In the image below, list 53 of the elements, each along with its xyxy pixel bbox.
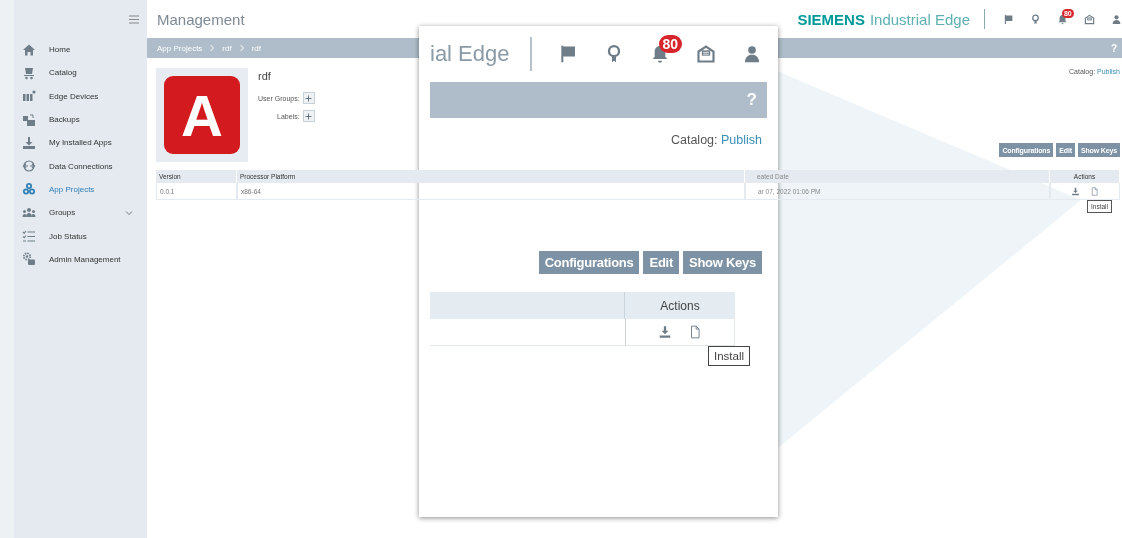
chevron-right-icon (209, 44, 216, 52)
nav-item[interactable]: Admin Management (14, 247, 147, 271)
user-icon[interactable] (1111, 13, 1122, 25)
nav-item[interactable]: Groups (14, 201, 147, 225)
nav-item[interactable]: Home (14, 38, 147, 62)
plus-icon (305, 94, 313, 102)
nav-item[interactable]: Catalog (14, 61, 147, 85)
flag-icon[interactable] (1003, 13, 1014, 25)
download-icon[interactable] (1071, 186, 1080, 196)
nav-item[interactable]: My Installed Apps (14, 131, 147, 155)
breadcrumb-link[interactable]: rdf (222, 43, 232, 53)
chevron-right-icon (238, 44, 245, 52)
catalog-status: Catalog: Publish (670, 133, 762, 147)
boxes-icon (22, 112, 36, 127)
app-logo: A (164, 76, 240, 154)
download-icon[interactable] (658, 325, 672, 339)
envelope-icon[interactable] (695, 44, 716, 64)
add-button[interactable] (302, 92, 315, 104)
tooltip: Install (707, 346, 750, 366)
server-icon (22, 89, 36, 104)
envelope-icon[interactable] (1084, 13, 1095, 25)
help-button[interactable]: ? (746, 90, 757, 110)
add-button[interactable] (302, 110, 315, 122)
nav-item[interactable]: App Projects (14, 177, 147, 202)
cluster-icon (22, 182, 36, 197)
plus-icon (305, 112, 313, 120)
menu-icon[interactable] (129, 14, 139, 24)
gear-icon (22, 252, 36, 267)
product-name: ial Edge (430, 41, 510, 67)
app-name: rdf (258, 70, 272, 82)
product-name: Industrial Edge (869, 10, 970, 28)
award-icon[interactable] (1030, 13, 1041, 25)
house-icon (22, 42, 36, 57)
file-icon[interactable] (688, 325, 702, 339)
breadcrumb-link[interactable]: rdf (251, 43, 262, 53)
action-button[interactable]: Show Keys (683, 251, 762, 274)
download-icon (22, 135, 36, 150)
nav-item[interactable]: Job Status (14, 224, 147, 248)
action-button[interactable]: Configurations (538, 251, 640, 274)
connection-icon (22, 159, 36, 174)
notification-badge: 80 (658, 35, 683, 53)
action-button[interactable]: Edit (643, 251, 679, 274)
cart-icon (22, 65, 36, 80)
nav-item[interactable]: Edge Devices (14, 84, 147, 108)
help-button[interactable]: ? (1110, 42, 1117, 54)
brand-logo: SIEMENS (797, 10, 865, 28)
breadcrumb-link[interactable]: App Projects (157, 43, 203, 53)
nav-item[interactable]: Backups (14, 107, 147, 132)
checklist-icon (22, 229, 36, 243)
column-header: Actions (625, 292, 735, 319)
people-icon (22, 205, 36, 220)
nav-item[interactable]: Data Connections (14, 154, 147, 178)
page-title: Management (157, 10, 246, 28)
